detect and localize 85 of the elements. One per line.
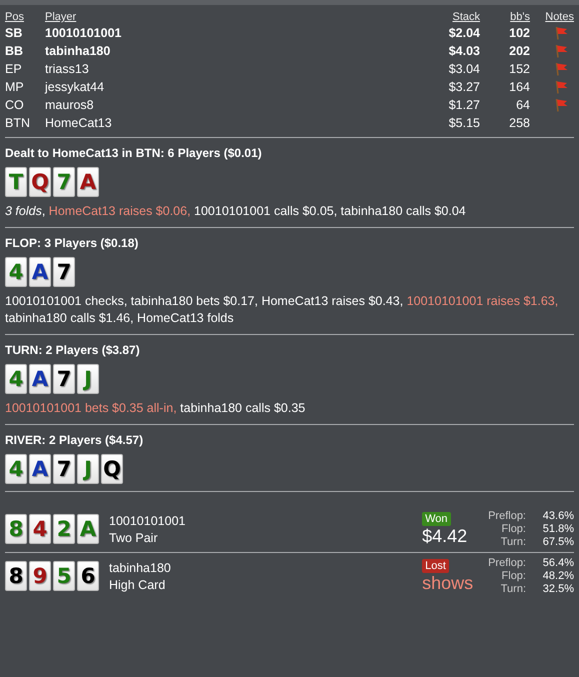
playing-card: A [29,257,51,287]
position-cell-text: MP [5,79,25,95]
flag-icon[interactable] [555,80,568,94]
playing-card: 9 [29,561,51,591]
playing-card: 4 [5,257,27,287]
hand-rank: Two Pair [109,530,159,544]
playing-card: 7 [53,454,75,484]
result-amount: $4.42 [422,526,468,546]
equity-label: Flop: [500,570,526,582]
stack-cell-text: $3.04 [448,61,480,77]
player-cell-text: triass13 [45,61,90,77]
position-cell-text: SB [5,25,24,41]
column-header[interactable]: Pos [5,11,45,23]
playing-card: J [77,364,99,394]
playing-card: T [5,167,27,197]
street-title: RIVER: 2 Players ($4.57) [5,433,144,447]
playing-card: A [29,364,51,394]
playing-card: 7 [53,364,75,394]
playing-card: 8 [5,514,27,544]
street-title: FLOP: 3 Players ($0.18) [5,236,140,250]
hand-rank: High Card [109,578,166,592]
stack-cell-text: $1.27 [448,97,480,113]
equity-value: 32.5% [542,583,574,595]
playing-card: Q [101,454,123,484]
result-amount: shows [422,572,474,594]
stack-cell-text: $3.27 [448,79,480,95]
equity-label: Flop: [500,523,526,535]
equity-value: 67.5% [542,536,574,548]
action-text: 10010101001 checks, tabinha180 bets $0.17, HomeCat13 raises $0.43, 10010101001 raises $1.63, tabinha180 calls $1.46, HomeCat13 folds [5,293,560,327]
playing-card: 5 [53,561,75,591]
result-badge: Lost [422,558,449,572]
player-cell-text: HomeCat13 [45,115,113,131]
column-header[interactable]: Player [45,11,410,23]
playing-card: A [29,454,51,484]
player-cell-text: mauros8 [45,97,95,113]
flag-icon[interactable] [555,26,568,40]
playing-card: A [77,514,99,544]
player-cell-text: jessykat44 [45,79,106,95]
playing-card: J [77,454,99,484]
flag-icon[interactable] [555,98,568,112]
result-badge: Won [422,512,450,526]
playing-card: 4 [29,514,51,544]
bb-cell-text: 258 [508,115,530,131]
column-header[interactable]: Stack [410,11,480,23]
playing-card: Q [29,167,51,197]
position-cell-text: BB [5,43,24,59]
playing-card: 4 [5,364,27,394]
bb-cell-text: 102 [508,25,530,41]
equity-label: Turn: [500,583,526,595]
position-cell-text: CO [5,97,25,113]
column-header[interactable]: Notes [530,11,574,23]
street-title: TURN: 2 Players ($3.87) [5,343,141,357]
stack-cell-text: $4.03 [448,43,480,59]
bb-cell-text: 202 [508,43,530,59]
playing-card: 2 [53,514,75,544]
equity-value: 51.8% [542,523,574,535]
player-name: 10010101001 [109,514,186,528]
position-cell-text: BTN [5,115,31,131]
playing-card: 8 [5,561,27,591]
flag-icon[interactable] [555,62,568,76]
stack-cell-text: $2.04 [448,25,480,41]
stack-cell-text: $5.15 [448,115,480,131]
bb-cell-text: 64 [515,97,530,113]
playing-card: 4 [5,454,27,484]
equity-label: Turn: [500,536,526,548]
playing-card: A [77,167,99,197]
bb-cell-text: 152 [508,61,530,77]
equity-value: 48.2% [542,570,574,582]
playing-card: 6 [77,561,99,591]
equity-label: Preflop: [488,510,526,522]
equity-value: 56.4% [542,557,574,569]
player-name: tabinha180 [109,560,172,574]
bb-cell-text: 164 [508,79,530,95]
action-text: 3 folds, HomeCat13 raises $0.06, 10010101001 calls $0.05, tabinha180 calls $0.04 [5,203,467,220]
playing-card: 7 [53,167,75,197]
playing-card: 7 [53,257,75,287]
flag-icon[interactable] [555,44,568,58]
action-text: 10010101001 bets $0.35 all-in, tabinha180 calls $0.35 [5,400,306,417]
player-cell-text: 10010101001 [45,25,122,41]
street-title: Dealt to HomeCat13 in BTN: 6 Players ($0.01) [5,146,263,160]
column-header[interactable]: bb's [480,11,530,23]
equity-label: Preflop: [488,557,526,569]
player-cell-text: tabinha180 [45,43,112,59]
equity-value: 43.6% [542,510,574,522]
position-cell-text: EP [5,61,23,77]
